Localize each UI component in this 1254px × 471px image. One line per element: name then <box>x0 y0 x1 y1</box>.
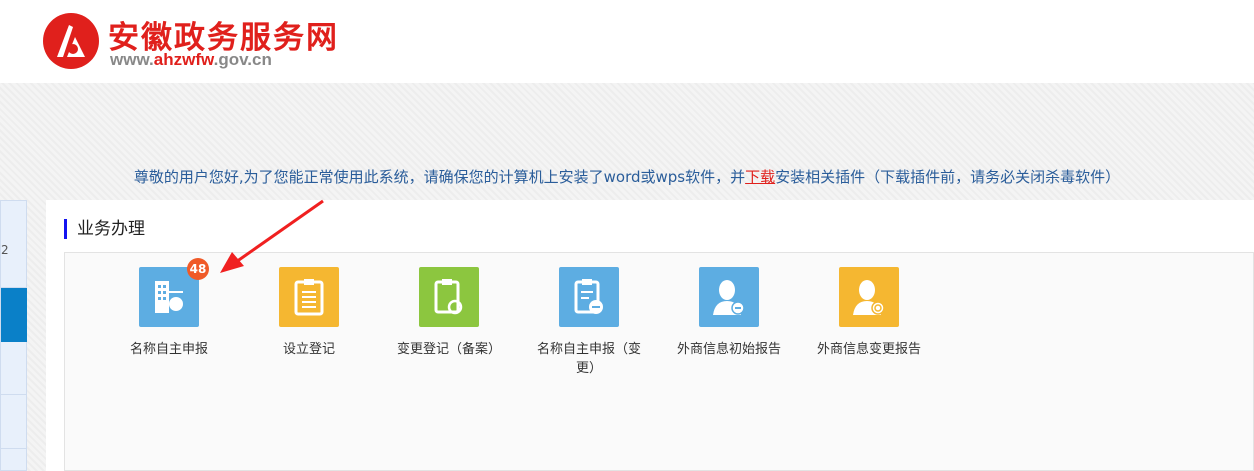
clipboard-refresh-icon <box>419 267 479 327</box>
header: 安徽政务服务网 www.ahzwfw.gov.cn <box>0 0 1254 83</box>
person-refresh-icon <box>839 267 899 327</box>
clipboard-icon <box>279 267 339 327</box>
tile-change[interactable]: 变更登记（备案） <box>379 267 519 359</box>
count-badge: 48 <box>187 258 209 280</box>
sidebar: 2 <box>0 200 27 471</box>
tile-foreign-initial[interactable]: 外商信息初始报告 <box>659 267 799 359</box>
download-link[interactable]: 下载 <box>745 168 775 186</box>
sidebar-item-active[interactable] <box>1 288 27 342</box>
site-url: www.ahzwfw.gov.cn <box>110 50 272 69</box>
clipboard-edit-icon <box>559 267 619 327</box>
tile-establish[interactable]: 设立登记 <box>239 267 379 359</box>
sidebar-item[interactable]: 2 <box>1 201 27 257</box>
site-logo-icon[interactable] <box>43 13 99 69</box>
plugin-notice: 尊敬的用户您好,为了您能正常使用此系统，请确保您的计算机上安装了word或wps… <box>133 168 1121 186</box>
tile-grid: 48 名称自主申报 设立登记 变更登记（备案） 名称自主申报（变更） 外商信息初… <box>64 252 1254 471</box>
tile-name-declare[interactable]: 48 名称自主申报 <box>99 258 239 359</box>
business-panel: 业务办理 48 名称自主申报 设立登记 变更登记（备案） 名称自主申报（变更） … <box>46 200 1254 471</box>
section-title: 业务办理 <box>64 219 145 239</box>
tile-foreign-change[interactable]: 外商信息变更报告 <box>799 267 939 359</box>
tile-name-change[interactable]: 名称自主申报（变更） <box>519 267 659 378</box>
building-icon: 48 <box>139 258 209 327</box>
person-icon <box>699 267 759 327</box>
